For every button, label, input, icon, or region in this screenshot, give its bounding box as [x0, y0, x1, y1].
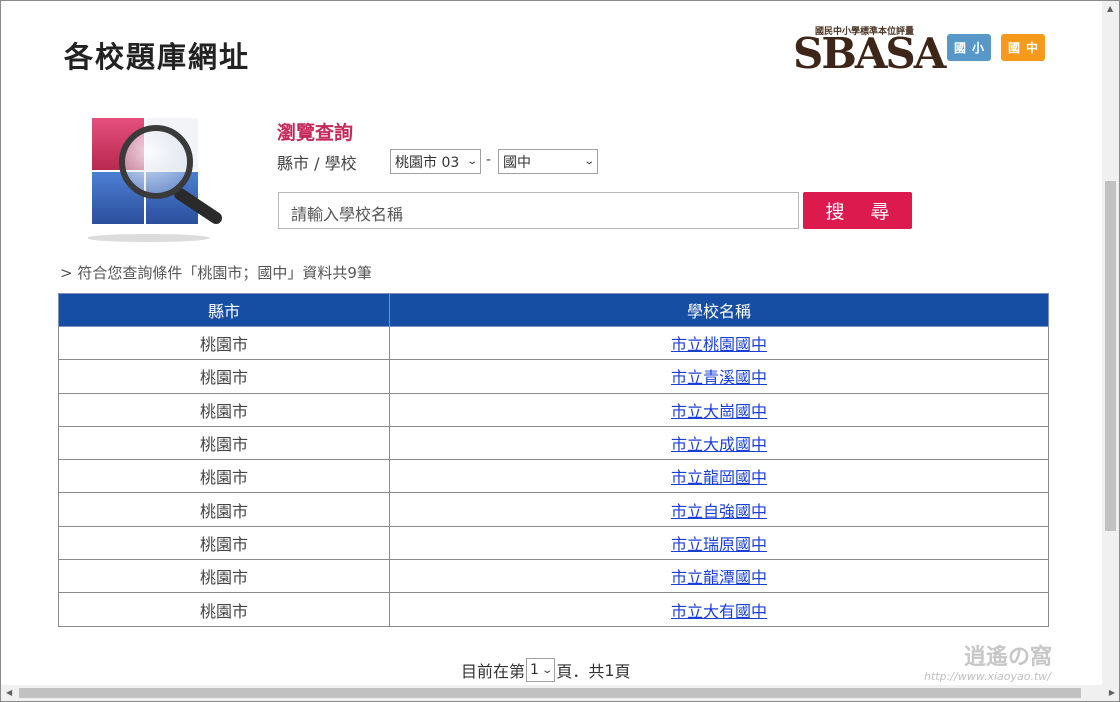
search-button[interactable]: 搜 尋: [803, 192, 912, 229]
column-header-city: 縣市: [58, 293, 390, 327]
chevron-down-icon: ⌄: [582, 156, 595, 167]
table-row: 桃園市 市立大成國中: [58, 425, 1049, 461]
city-cell: 桃園市: [58, 392, 390, 427]
chevron-down-icon: ⌄: [541, 664, 554, 676]
school-level-select[interactable]: 國中 ⌄: [498, 149, 598, 174]
city-select-value: 桃園市 03: [395, 154, 460, 171]
school-cell: 市立大有國中: [389, 592, 1049, 627]
table-row: 桃園市 市立桃園國中: [58, 325, 1049, 361]
table-header-row: 縣市 學校名稱: [58, 293, 1049, 327]
column-header-school: 學校名稱: [389, 293, 1049, 327]
school-cell: 市立瑞原國中: [389, 525, 1049, 561]
svg-text:逍遙の窩: 逍遙の窩: [964, 644, 1052, 670]
city-cell: 桃園市: [58, 359, 390, 394]
city-cell: 桃園市: [58, 425, 390, 461]
school-cell: 市立龍岡國中: [389, 459, 1049, 494]
pager-prefix: 目前在第: [461, 662, 526, 681]
school-link[interactable]: 市立自強國中: [671, 502, 767, 521]
pager-suffix: 頁．共: [556, 662, 605, 681]
school-cell: 市立青溪國中: [389, 359, 1049, 394]
page-title: 各校題庫網址: [64, 40, 251, 74]
page-select[interactable]: 1 ⌄: [526, 658, 556, 682]
school-link[interactable]: 市立大有國中: [671, 602, 767, 621]
junior-high-level-button[interactable]: 國中: [1001, 34, 1045, 61]
table-row: 桃園市 市立自強國中: [58, 492, 1049, 527]
pagination: 目前在第 1 ⌄ 頁．共 1 頁: [461, 658, 631, 682]
watermark-url: http://www.xiaoyao.tw/: [924, 670, 1052, 683]
city-cell: 桃園市: [58, 492, 390, 527]
school-link[interactable]: 市立大成國中: [671, 435, 767, 454]
junior-high-level-label: 國中: [1007, 41, 1044, 55]
filter-label: 縣市 / 學校: [277, 154, 357, 173]
table-row: 桃園市 市立龍岡國中: [58, 459, 1049, 494]
scroll-left-arrow-icon[interactable]: ◀: [6, 688, 12, 697]
chevron-down-icon: ⌄: [465, 156, 478, 167]
city-cell: 桃園市: [58, 459, 390, 494]
elementary-level-label: 國小: [953, 41, 990, 55]
city-select[interactable]: 桃園市 03 ⌄: [390, 149, 481, 174]
table-row: 桃園市 市立青溪國中: [58, 359, 1049, 394]
school-level-select-value: 國中: [503, 154, 531, 171]
school-cell: 市立桃園國中: [389, 325, 1049, 361]
school-link[interactable]: 市立桃園國中: [671, 335, 767, 354]
search-magnifier-icon: [88, 118, 222, 242]
vertical-scroll-thumb[interactable]: [1105, 181, 1116, 531]
elementary-level-button[interactable]: 國小: [947, 34, 991, 61]
school-link[interactable]: 市立大崗國中: [671, 402, 767, 421]
table-row: 桃園市 市立瑞原國中: [58, 525, 1049, 561]
vertical-scrollbar[interactable]: ▲: [1102, 1, 1119, 685]
school-link[interactable]: 市立龍潭國中: [671, 568, 767, 587]
school-cell: 市立大崗國中: [389, 392, 1049, 427]
watermark-graphic: 逍遙の窩 http://www.xiaoyao.tw/: [924, 644, 1052, 683]
table-row: 桃園市 市立龍潭國中: [58, 559, 1049, 594]
horizontal-scroll-thumb[interactable]: [19, 688, 1081, 698]
city-cell: 桃園市: [58, 325, 390, 361]
school-link[interactable]: 市立瑞原國中: [671, 535, 767, 554]
school-name-search-input[interactable]: 請輸入學校名稱: [278, 192, 799, 229]
city-cell: 桃園市: [58, 525, 390, 561]
city-cell: 桃園市: [58, 592, 390, 627]
school-cell: 市立大成國中: [389, 425, 1049, 461]
school-cell: 市立龍潭國中: [389, 559, 1049, 594]
scroll-right-arrow-icon[interactable]: ▶: [1109, 688, 1115, 697]
results-table: 縣市 學校名稱 桃園市 市立桃園國中 桃園市 市立青溪國中 桃園市 市立大崗國中…: [58, 293, 1049, 627]
table-row: 桃園市 市立大崗國中: [58, 392, 1049, 427]
school-link[interactable]: 市立青溪國中: [671, 368, 767, 387]
sbasa-logo: 國民中小學標準本位評量 SBASA: [793, 22, 946, 78]
page-select-value: 1: [530, 662, 539, 678]
pager-total: 1: [604, 660, 615, 680]
scroll-up-arrow-icon[interactable]: ▲: [1107, 4, 1113, 13]
result-summary: > 符合您查詢條件「桃園市；國中」資料共9筆: [60, 264, 372, 282]
school-cell: 市立自強國中: [389, 492, 1049, 527]
watermark-logo: 逍遙の窩 http://www.xiaoyao.tw/: [920, 640, 1096, 684]
browse-search-title: 瀏覽查詢: [277, 122, 354, 144]
horizontal-scrollbar[interactable]: ◀ ▶: [1, 685, 1119, 701]
school-link[interactable]: 市立龍岡國中: [671, 468, 767, 487]
pager-end: 頁: [614, 662, 631, 681]
select-separator: -: [486, 152, 492, 168]
city-cell: 桃園市: [58, 559, 390, 594]
table-row: 桃園市 市立大有國中: [58, 592, 1049, 627]
logo-wordmark: SBASA: [793, 29, 946, 78]
